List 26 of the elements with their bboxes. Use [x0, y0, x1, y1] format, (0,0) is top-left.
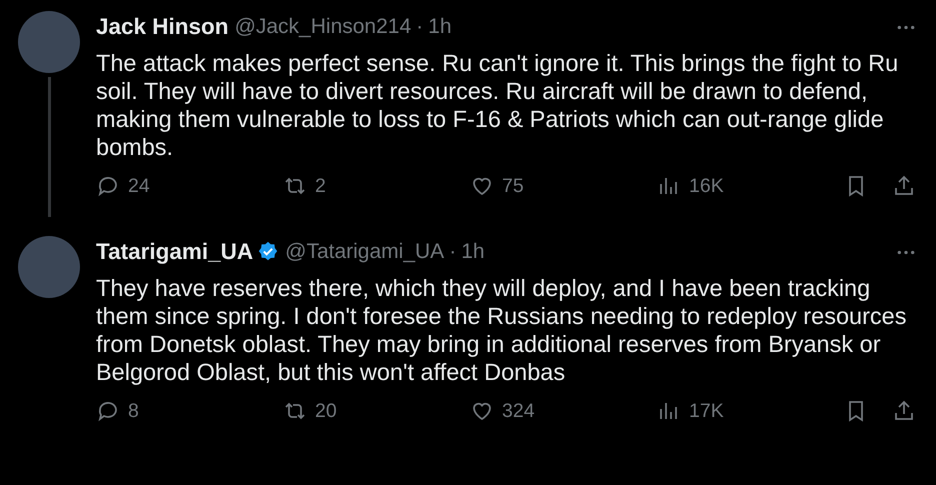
repost-button[interactable]: 20 [283, 399, 470, 423]
share-icon [892, 399, 916, 423]
share-button[interactable] [892, 174, 916, 198]
share-button[interactable] [892, 399, 916, 423]
separator-dot: · [449, 240, 456, 264]
post-text: The attack makes perfect sense. Ru can't ignore it. This brings the fight to Ru soil. They will have to divert resources. Ru aircraft will be drawn to defend, making them vulnerable to loss to F-16 & Patriots which can out-range glide bombs. [96, 49, 900, 161]
author-name[interactable]: Tatarigami_UA [96, 239, 254, 265]
like-button[interactable]: 324 [470, 399, 657, 423]
reply-icon [96, 399, 120, 423]
post-time[interactable]: 1h [461, 240, 485, 264]
separator-dot: · [416, 15, 424, 39]
reply-icon [96, 174, 120, 198]
views-button[interactable]: 16K [657, 174, 844, 198]
more-icon[interactable] [896, 24, 916, 30]
reply-button[interactable]: 8 [96, 399, 283, 423]
more-icon[interactable] [896, 248, 916, 256]
repost-button[interactable]: 2 [283, 174, 470, 198]
views-button[interactable]: 17K [657, 399, 844, 423]
post-time[interactable]: 1h [428, 15, 452, 39]
author-name[interactable]: Jack Hinson [96, 14, 229, 40]
share-icon [892, 174, 916, 198]
reply-button[interactable]: 24 [96, 174, 283, 198]
post-text: They have reserves there, which they will deploy, and I have been tracking them since spring. I don't foresee the Russians needing to redeploy resources from Donetsk oblast. They may bring in additional reserves from Bryansk or Belgorod Oblast, but this won't affect Donbas [96, 274, 908, 386]
like-button[interactable]: 75 [470, 174, 657, 198]
user-handle[interactable]: @Tatarigami_UA [285, 240, 444, 264]
user-handle[interactable]: @Jack_Hinson214 [234, 15, 412, 39]
